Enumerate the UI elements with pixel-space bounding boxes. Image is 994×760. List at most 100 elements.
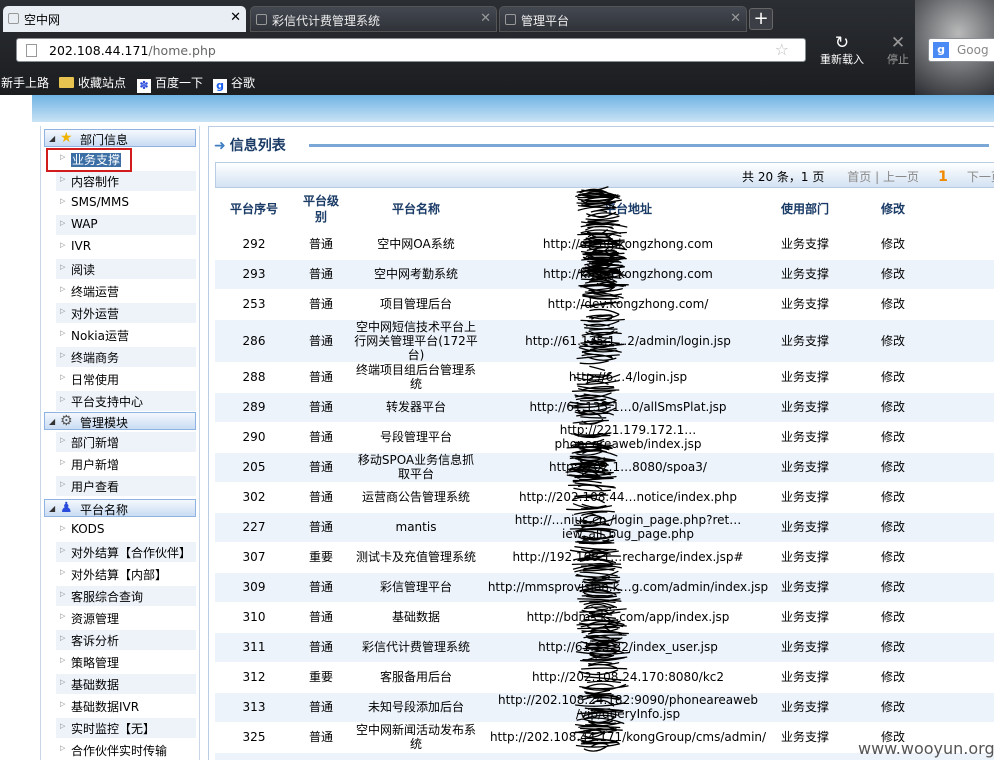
sidebar-item-wap[interactable]: ▷ WAP <box>56 215 196 235</box>
edit-link[interactable]: 修改 <box>873 632 994 663</box>
cell-id: 311 <box>215 632 293 663</box>
edit-link[interactable]: 修改 <box>873 542 994 573</box>
close-tab-icon[interactable]: ✕ <box>480 11 491 26</box>
close-tab-icon[interactable]: ✕ <box>730 11 741 26</box>
edit-link[interactable]: 修改 <box>873 392 994 423</box>
sidebar-item-base-data[interactable]: ▷ 基础数据 <box>56 674 196 694</box>
sidebar-item-settlement-internal[interactable]: ▷ 对外结算【内部】 <box>56 564 196 584</box>
sidebar-item-reading[interactable]: ▷ 阅读 <box>56 259 196 279</box>
sidebar-item-terminal-business[interactable]: ▷ 终端商务 <box>56 347 196 367</box>
tab-strip: 空中网 ✕ 彩信代计费管理系统 ✕ 管理平台 ✕ + <box>0 6 994 32</box>
sidebar-item-label: 终端运营 <box>71 285 120 299</box>
collapse-triangle-icon: ◢ <box>49 504 56 513</box>
edit-link[interactable]: 修改 <box>873 422 994 453</box>
sidebar-item-add-user[interactable]: ▷ 用户新增 <box>56 454 196 474</box>
arrow-right-icon: ▷ <box>60 307 66 315</box>
arrow-right-icon: ▷ <box>60 744 66 752</box>
pager-first[interactable]: 首页 <box>847 170 871 184</box>
sidebar-item-view-users[interactable]: ▷ 用户查看 <box>56 476 196 496</box>
arrow-right-icon: ▷ <box>60 524 66 532</box>
cell-department: 业务支撑 <box>773 692 873 723</box>
edit-link[interactable]: 修改 <box>873 512 994 543</box>
cell-name: 运营商公告管理系统 <box>349 482 483 513</box>
sidebar-item-complaint-analysis[interactable]: ▷ 客诉分析 <box>56 630 196 650</box>
page-content: ◢ ★ 部门信息 ▷ 业务支撑 ▷ 内容制作 ▷ SMS/MMS ▷ WAP ▷ IVR … <box>0 95 994 760</box>
sidebar-item-base-data-ivr[interactable]: ▷ 基础数据IVR <box>56 696 196 716</box>
sidebar-item-content[interactable]: ▷ 内容制作 <box>56 171 196 191</box>
search-box[interactable]: g Goog <box>928 38 994 62</box>
cell-level: 普通 <box>293 259 349 290</box>
pager-next[interactable]: 下一页 <box>967 170 994 184</box>
cell-level: 普通 <box>293 452 349 483</box>
sidebar-item-kods[interactable]: ▷ KODS <box>56 520 196 540</box>
sidebar-item-resource-management[interactable]: ▷ 资源管理 <box>56 608 196 628</box>
edit-link[interactable]: 修改 <box>873 362 994 393</box>
sidebar-item-nokia-ops[interactable]: ▷ Nokia运营 <box>56 325 196 345</box>
sidebar-item-label: 基础数据IVR <box>71 700 140 714</box>
column-header: 平台名称 <box>349 189 483 229</box>
cell-name: 未知号段添加后台 <box>349 692 483 723</box>
close-tab-icon[interactable]: ✕ <box>230 10 241 25</box>
sidebar-item-terminal-ops[interactable]: ▷ 终端运营 <box>56 281 196 301</box>
sidebar-item-strategy-management[interactable]: ▷ 策略管理 <box>56 652 196 672</box>
sidebar-item-external-ops[interactable]: ▷ 对外运营 <box>56 303 196 323</box>
sidebar-item-customer-query[interactable]: ▷ 客服综合查询 <box>56 586 196 606</box>
edit-link[interactable]: 修改 <box>873 662 994 693</box>
edit-link[interactable]: 修改 <box>873 482 994 513</box>
stop-icon: ✕ <box>890 33 906 53</box>
edit-link[interactable]: 修改 <box>873 289 994 320</box>
sidebar-item-sms-mms[interactable]: ▷ SMS/MMS <box>56 193 196 213</box>
sidebar-item-platform-support[interactable]: ▷ 平台支持中心 <box>56 391 196 411</box>
pager-prev[interactable]: 上一页 <box>883 170 919 184</box>
cell-department: 业务支撑 <box>773 572 873 603</box>
bookmark-label: 百度一下 <box>155 76 204 90</box>
group-department-info[interactable]: ◢ ★ 部门信息 <box>44 129 196 147</box>
tab-admin-platform[interactable]: 管理平台 ✕ <box>499 6 747 32</box>
google-icon: g <box>213 79 227 93</box>
edit-link[interactable]: 修改 <box>873 572 994 603</box>
bookmark-favorites[interactable]: 收藏站点 <box>59 74 126 91</box>
arrow-right-icon: ▷ <box>60 197 66 205</box>
sidebar-item-settlement-partner[interactable]: ▷ 对外结算【合作伙伴】 <box>56 542 196 562</box>
cell-name: mantis <box>349 512 483 543</box>
edit-link[interactable]: 修改 <box>873 229 994 260</box>
bookmark-baidu[interactable]: ✽ 百度一下 <box>137 74 203 93</box>
address-bar[interactable]: 202.108.44.171/home.php ☆ <box>16 38 806 62</box>
group-platform-names[interactable]: ◢ ♟ 平台名称 <box>44 499 196 517</box>
stop-button[interactable]: ✕ 停止 <box>878 35 918 67</box>
reload-button[interactable]: ↻ 重新载入 <box>814 35 870 67</box>
cell-level: 普通 <box>293 482 349 513</box>
sidebar-item-label: 客服综合查询 <box>71 590 144 604</box>
edit-link[interactable]: 修改 <box>873 602 994 633</box>
cell-department: 业务支撑 <box>773 392 873 423</box>
cell-id: 253 <box>215 289 293 320</box>
cell-name: 空中网OA系统 <box>349 229 483 260</box>
sidebar-item-partner-realtime[interactable]: ▷ 合作伙伴实时传输 <box>56 740 196 760</box>
sidebar-item-add-department[interactable]: ▷ 部门新增 <box>56 432 196 452</box>
tab-mms-billing[interactable]: 彩信代计费管理系统 ✕ <box>250 6 497 32</box>
edit-link[interactable]: 修改 <box>873 452 994 483</box>
bookmark-star-icon[interactable]: ☆ <box>775 40 789 59</box>
bookmark-label: 新手上路 <box>1 76 50 90</box>
arrow-right-icon: ▷ <box>60 568 66 576</box>
new-tab-button[interactable]: + <box>749 8 773 30</box>
bookmark-getting-started[interactable]: 新手上路 <box>1 74 49 91</box>
group-management[interactable]: ◢ ⚙ 管理模块 <box>44 412 196 430</box>
sidebar-item-ivr[interactable]: ▷ IVR <box>56 237 196 257</box>
cell-name: 空中网考勤系统 <box>349 259 483 290</box>
edit-link[interactable]: 修改 <box>873 319 994 363</box>
column-header: 平台级别 <box>293 189 349 229</box>
tab-kongzhong[interactable]: 空中网 ✕ <box>3 6 246 32</box>
sidebar-item-daily-use[interactable]: ▷ 日常使用 <box>56 369 196 389</box>
cell-id: 302 <box>215 482 293 513</box>
arrow-right-icon: ▷ <box>60 612 66 620</box>
edit-link[interactable]: 修改 <box>873 259 994 290</box>
bookmark-google[interactable]: g 谷歌 <box>213 74 255 93</box>
edit-link[interactable]: 修改 <box>873 692 994 723</box>
cell-name: 基础数据 <box>349 602 483 633</box>
navigation-bar: 202.108.44.171/home.php ☆ ↻ 重新载入 ✕ 停止 g … <box>0 32 994 68</box>
user-icon: ♟ <box>60 500 73 516</box>
sidebar-item-realtime-monitor[interactable]: ▷ 实时监控【无】 <box>56 718 196 738</box>
sidebar-item-label: 日常使用 <box>71 373 120 387</box>
pagination: 共 20 条，1 页 首页 | 上一页 1 下一页 | 末 <box>742 168 994 185</box>
